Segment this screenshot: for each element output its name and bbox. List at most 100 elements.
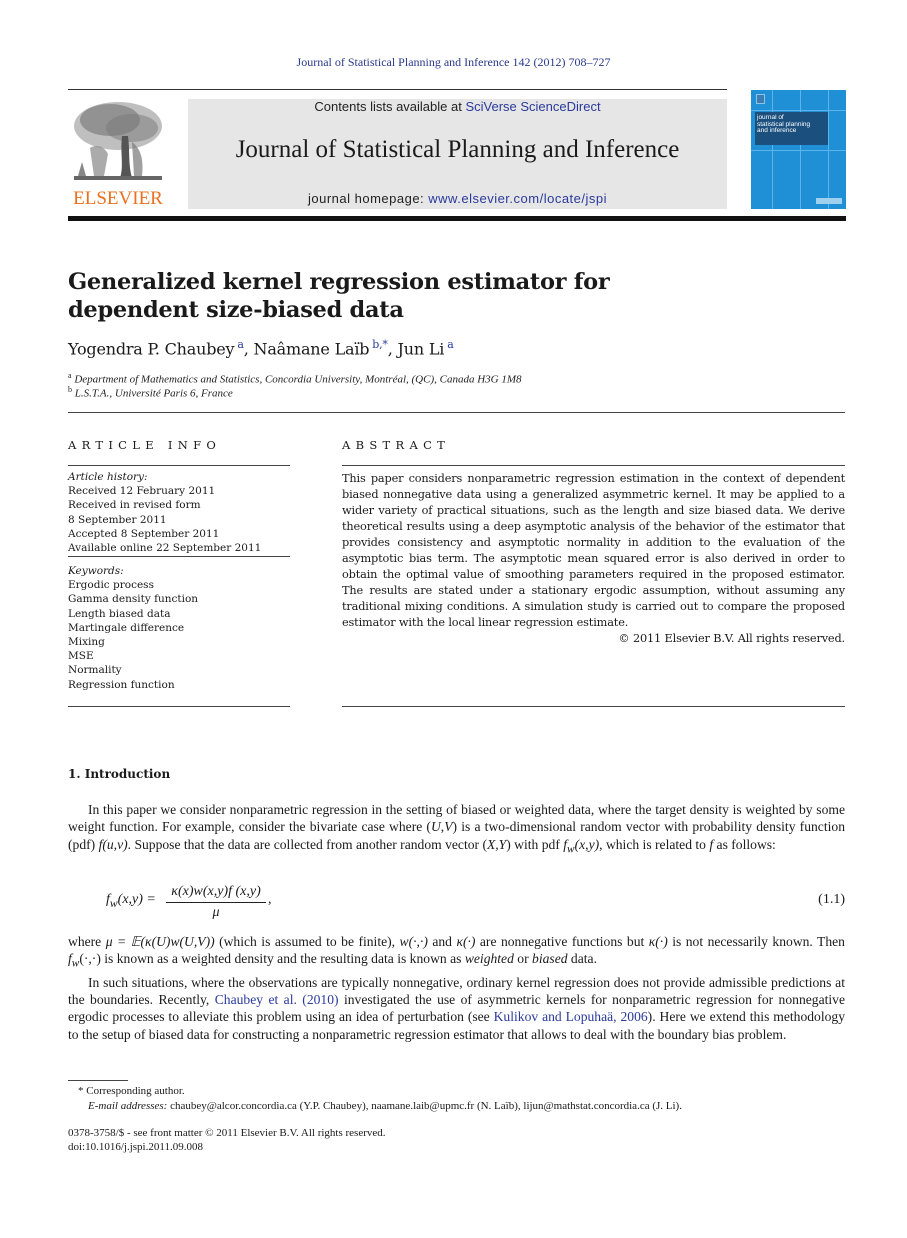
homepage-line: journal homepage: www.elsevier.com/locat… <box>188 191 727 206</box>
text-run: or <box>513 951 533 967</box>
citation-link[interactable]: Chaubey et al. (2010) <box>215 992 339 1007</box>
abstract-text: This paper considers nonparametric regre… <box>342 472 845 629</box>
cover-title: journal of statistical planning and infe… <box>755 112 828 145</box>
emphasis: biased <box>532 951 568 967</box>
cover-title-line: and inference <box>757 127 797 134</box>
math-expr: (x,y) <box>574 836 600 852</box>
cover-publisher-mark <box>816 198 842 204</box>
history-item: Available online 22 September 2011 <box>68 542 262 555</box>
issn-line: 0378-3758/$ - see front matter © 2011 El… <box>68 1127 386 1139</box>
text-run: data. <box>567 951 597 967</box>
text-run: are nonnegative functions but <box>475 934 649 949</box>
footnote-rule <box>68 1080 128 1081</box>
author-name: Yogendra P. Chaubey <box>68 339 235 359</box>
math-expr: w(·,·) <box>399 934 428 949</box>
text-run: . Suppose that the data are collected fr… <box>127 836 487 852</box>
email-addresses: E-mail addresses: chaubey@alcor.concordi… <box>68 1099 845 1113</box>
article-title: Generalized kernel regression estimator … <box>68 269 610 323</box>
equation-denominator: μ <box>212 905 220 920</box>
running-head[interactable]: Journal of Statistical Planning and Infe… <box>0 55 907 70</box>
math-subscript: w <box>109 896 118 910</box>
divider <box>342 465 845 466</box>
text-run: is not necessarily known. Then <box>667 934 845 949</box>
abstract: This paper considers nonparametric regre… <box>342 471 845 647</box>
text-run: ) with pdf <box>506 836 564 852</box>
math-expr: μ = 𝔼(κ(U)w(U,V)) <box>105 934 215 949</box>
equation-numerator: κ(x)w(x,y)f (x,y) <box>166 884 266 903</box>
math-expr: (·,·) <box>79 951 101 967</box>
equation-comma: , <box>268 892 272 907</box>
keyword: Mixing <box>68 636 105 649</box>
text-run: (which is assumed to be finite), <box>214 934 400 949</box>
publisher-name: ELSEVIER <box>73 188 163 209</box>
cover-grid-line <box>751 150 846 151</box>
keyword: MSE <box>68 650 94 663</box>
math-expr: f(u,v) <box>98 836 128 852</box>
contents-prefix: Contents lists available at <box>314 99 466 114</box>
cover-grid-line <box>751 110 846 111</box>
affiliation-text: Department of Mathematics and Statistics… <box>74 373 522 386</box>
author-affiliation-link[interactable]: b,* <box>372 338 388 351</box>
history-item: Accepted 8 September 2011 <box>68 527 220 540</box>
math-var: V <box>444 819 453 835</box>
math-expr: (x,y) = <box>117 892 156 907</box>
equation-fraction: κ(x)w(x,y)f (x,y) μ <box>166 884 266 921</box>
doi-line[interactable]: doi:10.1016/j.jspi.2011.09.008 <box>68 1140 845 1154</box>
text-run: as follows: <box>713 836 776 852</box>
header-bottom-rule <box>68 216 846 221</box>
header-top-rule <box>68 89 727 90</box>
math-var: X,Y <box>486 836 507 852</box>
keyword: Martingale difference <box>68 621 185 634</box>
keyword: Ergodic process <box>68 579 154 592</box>
author-list: Yogendra P. Chaubey a, Naâmane Laïb b,*,… <box>68 338 454 359</box>
affiliation: b L.S.T.A., Université Paris 6, France <box>68 385 233 400</box>
homepage-link[interactable]: www.elsevier.com/locate/jspi <box>428 191 607 206</box>
email-list[interactable]: chaubey@alcor.concordia.ca (Y.P. Chaubey… <box>167 1100 682 1112</box>
text-run: and <box>427 934 457 949</box>
keyword: Length biased data <box>68 607 171 620</box>
author-affiliation-link[interactable]: a <box>447 338 454 351</box>
sciencedirect-link[interactable]: SciVerse ScienceDirect <box>465 99 600 114</box>
affiliation-marker: b <box>68 385 72 394</box>
journal-title: Journal of Statistical Planning and Infe… <box>235 136 680 163</box>
math-var: U <box>430 819 441 835</box>
keyword: Gamma density function <box>68 593 199 606</box>
text-run: is known as a weighted density and the r… <box>100 951 465 967</box>
author-affiliation-link[interactable]: a <box>237 338 244 351</box>
history-item: Received in revised form <box>68 499 201 512</box>
contents-line: Contents lists available at SciVerse Sci… <box>188 99 727 114</box>
intro-paragraph: where μ = 𝔼(κ(U)w(U,V)) (which is assume… <box>68 933 845 1043</box>
article-history: Article history: Received 12 February 20… <box>68 470 290 555</box>
divider <box>68 556 290 557</box>
abstract-copyright: © 2011 Elsevier B.V. All rights reserved… <box>618 632 845 645</box>
email-label: E-mail addresses: <box>88 1100 168 1112</box>
elsevier-tree-icon <box>70 98 166 184</box>
math-subscript: w <box>567 843 575 856</box>
abstract-heading: ABSTRACT <box>342 438 451 452</box>
equation-number: (1.1) <box>818 892 845 907</box>
keyword: Normality <box>68 664 122 677</box>
keyword: Regression function <box>68 678 175 691</box>
history-item: 8 September 2011 <box>68 513 167 526</box>
text-run: where <box>68 934 106 949</box>
article-info-heading: ARTICLE INFO <box>68 438 222 452</box>
author-name: Jun Li <box>397 339 445 359</box>
keywords-label: Keywords: <box>68 565 124 577</box>
corresponding-author-note: * Corresponding author. <box>78 1085 185 1097</box>
intro-paragraph: In this paper we consider nonparametric … <box>68 801 845 859</box>
emphasis: weighted <box>464 951 514 967</box>
citation-link[interactable]: Kulikov and Lopuhaä, 2006 <box>494 1009 648 1024</box>
journal-banner: Contents lists available at SciVerse Sci… <box>188 99 727 209</box>
publisher-logo[interactable]: ELSEVIER <box>68 98 168 210</box>
math-expr: κ(·) <box>648 934 668 949</box>
section-heading-introduction: 1. Introduction <box>68 767 171 781</box>
affiliation: a Department of Mathematics and Statisti… <box>68 371 522 386</box>
history-label: Article history: <box>68 471 148 483</box>
cover-elsevier-icon <box>756 94 765 104</box>
author-name: Naâmane Laïb <box>253 339 370 359</box>
journal-cover-thumbnail[interactable]: journal of statistical planning and infe… <box>751 90 846 209</box>
homepage-prefix: journal homepage: <box>307 191 429 206</box>
keywords: Keywords: Ergodic process Gamma density … <box>68 564 290 692</box>
affiliation-text: L.S.T.A., Université Paris 6, France <box>74 387 233 400</box>
equation-lhs: fw(x,y) = <box>106 892 156 910</box>
